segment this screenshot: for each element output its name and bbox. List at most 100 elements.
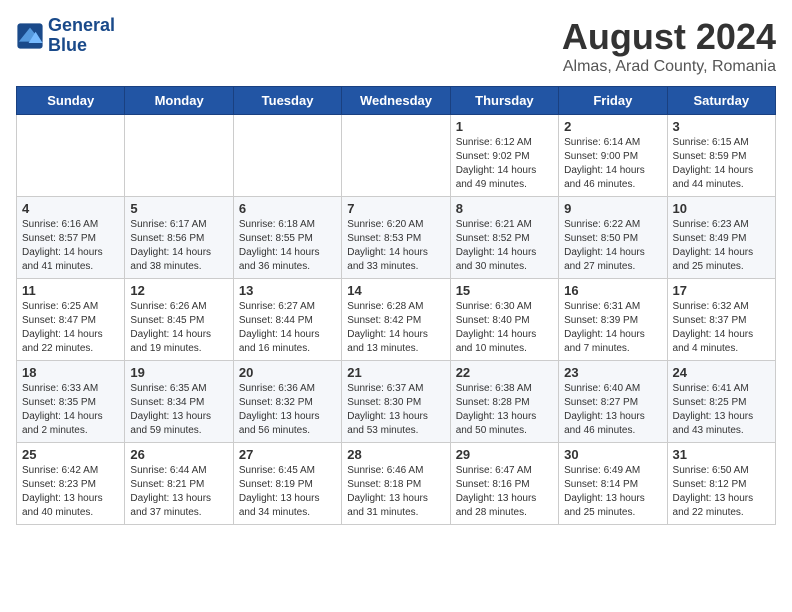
day-info: Sunrise: 6:23 AM Sunset: 8:49 PM Dayligh…: [673, 218, 770, 274]
day-number: 30: [564, 447, 661, 462]
calendar-cell: 20Sunrise: 6:36 AM Sunset: 8:32 PM Dayli…: [233, 361, 341, 443]
calendar-cell: 7 Sunrise: 6:20 AM Sunset: 8:53 PM Daylig…: [342, 197, 450, 279]
day-number: 5: [130, 201, 227, 216]
day-number: 31: [673, 447, 770, 462]
calendar-cell: 1 Sunrise: 6:12 AM Sunset: 9:02 PM Daylig…: [450, 115, 558, 197]
calendar-week-1: 1 Sunrise: 6:12 AM Sunset: 9:02 PM Daylig…: [17, 115, 776, 197]
day-info: Sunrise: 6:25 AM Sunset: 8:47 PM Dayligh…: [22, 300, 119, 356]
day-info: Sunrise: 6:38 AM Sunset: 8:28 PM Dayligh…: [456, 382, 553, 438]
day-number: 24: [673, 365, 770, 380]
title-block: August 2024 Almas, Arad County, Romania: [562, 16, 776, 76]
calendar-week-5: 25Sunrise: 6:42 AM Sunset: 8:23 PM Dayli…: [17, 443, 776, 525]
day-number: 7: [347, 201, 444, 216]
logo-line1: General: [48, 16, 115, 36]
calendar-cell: 28Sunrise: 6:46 AM Sunset: 8:18 PM Dayli…: [342, 443, 450, 525]
day-info: Sunrise: 6:50 AM Sunset: 8:12 PM Dayligh…: [673, 464, 770, 520]
col-sunday: Sunday: [17, 87, 125, 115]
day-number: 1: [456, 119, 553, 134]
logo-icon: [16, 22, 44, 50]
day-number: 22: [456, 365, 553, 380]
day-info: Sunrise: 6:20 AM Sunset: 8:53 PM Dayligh…: [347, 218, 444, 274]
day-info: Sunrise: 6:27 AM Sunset: 8:44 PM Dayligh…: [239, 300, 336, 356]
calendar-cell: 29 Sunrise: 6:47 AM Sunset: 8:16 PM Dayli…: [450, 443, 558, 525]
calendar-cell: 13 Sunrise: 6:27 AM Sunset: 8:44 PM Dayli…: [233, 279, 341, 361]
calendar-cell: 31 Sunrise: 6:50 AM Sunset: 8:12 PM Dayli…: [667, 443, 775, 525]
calendar-cell: 14Sunrise: 6:28 AM Sunset: 8:42 PM Dayli…: [342, 279, 450, 361]
day-number: 29: [456, 447, 553, 462]
calendar-cell: 27 Sunrise: 6:45 AM Sunset: 8:19 PM Dayli…: [233, 443, 341, 525]
day-info: Sunrise: 6:40 AM Sunset: 8:27 PM Dayligh…: [564, 382, 661, 438]
location-title: Almas, Arad County, Romania: [562, 58, 776, 76]
calendar-header-row: Sunday Monday Tuesday Wednesday Thursday…: [17, 87, 776, 115]
calendar-cell: 18Sunrise: 6:33 AM Sunset: 8:35 PM Dayli…: [17, 361, 125, 443]
day-info: Sunrise: 6:37 AM Sunset: 8:30 PM Dayligh…: [347, 382, 444, 438]
day-info: Sunrise: 6:16 AM Sunset: 8:57 PM Dayligh…: [22, 218, 119, 274]
calendar-cell: 24 Sunrise: 6:41 AM Sunset: 8:25 PM Dayli…: [667, 361, 775, 443]
day-number: 11: [22, 283, 119, 298]
col-friday: Friday: [559, 87, 667, 115]
day-info: Sunrise: 6:31 AM Sunset: 8:39 PM Dayligh…: [564, 300, 661, 356]
day-number: 10: [673, 201, 770, 216]
day-info: Sunrise: 6:18 AM Sunset: 8:55 PM Dayligh…: [239, 218, 336, 274]
calendar-week-2: 4 Sunrise: 6:16 AM Sunset: 8:57 PM Daylig…: [17, 197, 776, 279]
day-info: Sunrise: 6:36 AM Sunset: 8:32 PM Dayligh…: [239, 382, 336, 438]
logo-line2: Blue: [48, 36, 115, 56]
day-number: 16: [564, 283, 661, 298]
day-info: Sunrise: 6:28 AM Sunset: 8:42 PM Dayligh…: [347, 300, 444, 356]
day-info: Sunrise: 6:33 AM Sunset: 8:35 PM Dayligh…: [22, 382, 119, 438]
day-info: Sunrise: 6:12 AM Sunset: 9:02 PM Dayligh…: [456, 136, 553, 192]
page-header: General Blue August 2024 Almas, Arad Cou…: [16, 16, 776, 76]
calendar-cell: [125, 115, 233, 197]
calendar-cell: 4 Sunrise: 6:16 AM Sunset: 8:57 PM Daylig…: [17, 197, 125, 279]
calendar-cell: 5Sunrise: 6:17 AM Sunset: 8:56 PM Daylig…: [125, 197, 233, 279]
col-thursday: Thursday: [450, 87, 558, 115]
day-number: 9: [564, 201, 661, 216]
calendar-table: Sunday Monday Tuesday Wednesday Thursday…: [16, 86, 776, 525]
calendar-cell: 22 Sunrise: 6:38 AM Sunset: 8:28 PM Dayli…: [450, 361, 558, 443]
day-info: Sunrise: 6:42 AM Sunset: 8:23 PM Dayligh…: [22, 464, 119, 520]
calendar-cell: 10 Sunrise: 6:23 AM Sunset: 8:49 PM Dayli…: [667, 197, 775, 279]
day-number: 4: [22, 201, 119, 216]
calendar-cell: 21Sunrise: 6:37 AM Sunset: 8:30 PM Dayli…: [342, 361, 450, 443]
day-info: Sunrise: 6:47 AM Sunset: 8:16 PM Dayligh…: [456, 464, 553, 520]
day-number: 12: [130, 283, 227, 298]
calendar-cell: 9Sunrise: 6:22 AM Sunset: 8:50 PM Daylig…: [559, 197, 667, 279]
day-info: Sunrise: 6:45 AM Sunset: 8:19 PM Dayligh…: [239, 464, 336, 520]
day-number: 27: [239, 447, 336, 462]
calendar-cell: 26 Sunrise: 6:44 AM Sunset: 8:21 PM Dayli…: [125, 443, 233, 525]
day-info: Sunrise: 6:21 AM Sunset: 8:52 PM Dayligh…: [456, 218, 553, 274]
calendar-cell: 6Sunrise: 6:18 AM Sunset: 8:55 PM Daylig…: [233, 197, 341, 279]
logo-text: General Blue: [48, 16, 115, 56]
day-info: Sunrise: 6:15 AM Sunset: 8:59 PM Dayligh…: [673, 136, 770, 192]
calendar-cell: 12 Sunrise: 6:26 AM Sunset: 8:45 PM Dayli…: [125, 279, 233, 361]
calendar-cell: 3 Sunrise: 6:15 AM Sunset: 8:59 PM Daylig…: [667, 115, 775, 197]
day-number: 13: [239, 283, 336, 298]
day-info: Sunrise: 6:35 AM Sunset: 8:34 PM Dayligh…: [130, 382, 227, 438]
day-number: 28: [347, 447, 444, 462]
calendar-cell: 15Sunrise: 6:30 AM Sunset: 8:40 PM Dayli…: [450, 279, 558, 361]
day-number: 2: [564, 119, 661, 134]
calendar-week-3: 11 Sunrise: 6:25 AM Sunset: 8:47 PM Dayli…: [17, 279, 776, 361]
calendar-cell: 25Sunrise: 6:42 AM Sunset: 8:23 PM Dayli…: [17, 443, 125, 525]
calendar-cell: 17 Sunrise: 6:32 AM Sunset: 8:37 PM Dayli…: [667, 279, 775, 361]
day-info: Sunrise: 6:26 AM Sunset: 8:45 PM Dayligh…: [130, 300, 227, 356]
day-info: Sunrise: 6:41 AM Sunset: 8:25 PM Dayligh…: [673, 382, 770, 438]
day-info: Sunrise: 6:14 AM Sunset: 9:00 PM Dayligh…: [564, 136, 661, 192]
day-number: 3: [673, 119, 770, 134]
col-monday: Monday: [125, 87, 233, 115]
day-number: 17: [673, 283, 770, 298]
day-number: 26: [130, 447, 227, 462]
calendar-cell: 19Sunrise: 6:35 AM Sunset: 8:34 PM Dayli…: [125, 361, 233, 443]
calendar-cell: 2 Sunrise: 6:14 AM Sunset: 9:00 PM Daylig…: [559, 115, 667, 197]
calendar-cell: 30 Sunrise: 6:49 AM Sunset: 8:14 PM Dayli…: [559, 443, 667, 525]
calendar-cell: [342, 115, 450, 197]
calendar-cell: [233, 115, 341, 197]
col-saturday: Saturday: [667, 87, 775, 115]
day-info: Sunrise: 6:49 AM Sunset: 8:14 PM Dayligh…: [564, 464, 661, 520]
day-info: Sunrise: 6:32 AM Sunset: 8:37 PM Dayligh…: [673, 300, 770, 356]
calendar-cell: 11 Sunrise: 6:25 AM Sunset: 8:47 PM Dayli…: [17, 279, 125, 361]
day-info: Sunrise: 6:30 AM Sunset: 8:40 PM Dayligh…: [456, 300, 553, 356]
logo: General Blue: [16, 16, 115, 56]
calendar-cell: 16 Sunrise: 6:31 AM Sunset: 8:39 PM Dayli…: [559, 279, 667, 361]
day-info: Sunrise: 6:44 AM Sunset: 8:21 PM Dayligh…: [130, 464, 227, 520]
